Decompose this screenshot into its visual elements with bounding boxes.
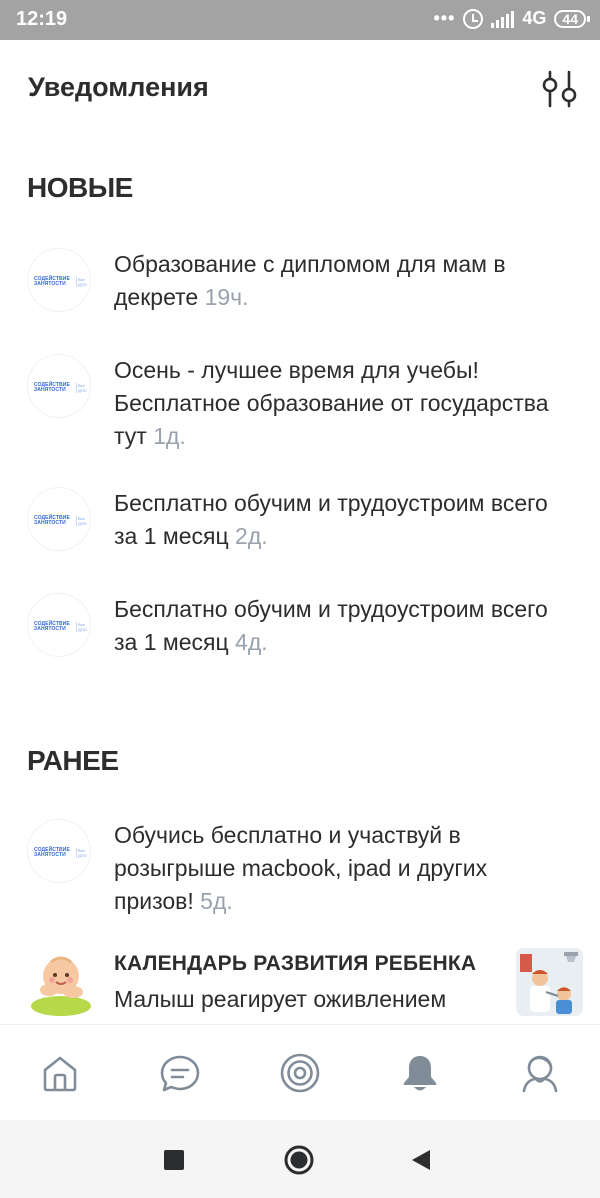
calendar-heading: КАЛЕНДАРЬ РАЗВИТИЯ РЕБЕНКА xyxy=(114,952,477,975)
status-time: 12:19 xyxy=(16,8,68,30)
filter-settings-button[interactable] xyxy=(536,68,582,112)
bottom-tab-bar xyxy=(0,1024,600,1120)
notification-time: 5д. xyxy=(200,888,233,914)
notification-text: Осень - лучшее время для учебы! Бесплатн… xyxy=(114,354,554,453)
discover-icon xyxy=(280,1053,320,1093)
header: Уведомления xyxy=(0,40,600,136)
notification-message: Образование с дипломом для мам в декрете xyxy=(114,251,506,310)
notification-message: Обучись бесплатно и участвуй в розыгрыше… xyxy=(114,822,488,914)
notification-time: 19ч. xyxy=(204,284,249,310)
calendar-notification-item[interactable]: КАЛЕНДАРЬ РАЗВИТИЯ РЕБЕНКА Малыш реагиру… xyxy=(27,946,587,1026)
notification-message: Бесплатно обучим и трудоустроим всего за… xyxy=(114,596,548,655)
tab-messages[interactable] xyxy=(156,1049,204,1097)
avatar: СОДЕЙСТВИЕ ЗАНЯТОСТИ Все ДПО xyxy=(27,487,91,551)
status-bar: 12:19 ••• 4G 44 xyxy=(0,0,600,40)
baby-avatar-icon xyxy=(31,956,91,1016)
tab-profile[interactable] xyxy=(516,1049,564,1097)
calendar-thumbnail-image xyxy=(516,948,583,1016)
notification-item[interactable]: СОДЕЙСТВИЕ ЗАНЯТОСТИ Все ДПО Обучись беспл… xyxy=(27,819,587,919)
back-triangle-icon xyxy=(412,1150,430,1170)
notification-message: Бесплатно обучим и трудоустроим всего за… xyxy=(114,490,548,549)
section-title-earlier: РАНЕЕ xyxy=(27,745,119,776)
messages-icon xyxy=(160,1055,200,1092)
battery-indicator: 44 xyxy=(554,9,590,28)
tab-home[interactable] xyxy=(36,1049,84,1097)
status-icons: ••• 4G 44 xyxy=(433,8,590,29)
notification-text: Образование с дипломом для мам в декрете… xyxy=(114,248,554,314)
system-navigation-bar xyxy=(0,1120,600,1198)
section-title-new: НОВЫЕ xyxy=(27,172,133,203)
notification-text: Обучись бесплатно и участвуй в розыгрыше… xyxy=(114,819,554,918)
notification-text: Бесплатно обучим и трудоустроим всего за… xyxy=(114,593,554,659)
avatar: СОДЕЙСТВИЕ ЗАНЯТОСТИ Все ДПО xyxy=(27,248,91,312)
notification-item[interactable]: СОДЕЙСТВИЕ ЗАНЯТОСТИ Все ДПО Бесплатно обу… xyxy=(27,593,587,663)
calendar-text: Малыш реагирует оживлением xyxy=(114,986,447,1012)
avatar: СОДЕЙСТВИЕ ЗАНЯТОСТИ Все ДПО xyxy=(27,593,91,657)
notification-time: 1д. xyxy=(153,423,186,449)
page-title: Уведомления xyxy=(28,72,209,102)
notification-item[interactable]: СОДЕЙСТВИЕ ЗАНЯТОСТИ Все ДПО Осень - лучше… xyxy=(27,354,587,454)
circle-home-icon xyxy=(284,1145,314,1175)
tab-notifications[interactable] xyxy=(396,1049,444,1097)
notifications-bell-icon xyxy=(403,1056,437,1091)
notification-text: Бесплатно обучим и трудоустроим всего за… xyxy=(114,487,554,553)
square-icon xyxy=(164,1150,184,1170)
avatar: СОДЕЙСТВИЕ ЗАНЯТОСТИ Все ДПО xyxy=(27,819,91,883)
network-type: 4G xyxy=(522,8,547,28)
back-button[interactable] xyxy=(404,1144,436,1176)
notification-time: 2д. xyxy=(235,523,268,549)
profile-icon xyxy=(522,1055,558,1093)
filter-sliders-icon xyxy=(542,70,577,108)
notification-time: 4д. xyxy=(235,629,268,655)
alarm-icon xyxy=(463,8,484,29)
notification-item[interactable]: СОДЕЙСТВИЕ ЗАНЯТОСТИ Все ДПО Бесплатно обу… xyxy=(27,487,587,557)
more-dots-icon: ••• xyxy=(433,8,456,28)
tab-discover[interactable] xyxy=(276,1049,324,1097)
signal-icon xyxy=(491,10,515,28)
notification-item[interactable]: СОДЕЙСТВИЕ ЗАНЯТОСТИ Все ДПО Образование с… xyxy=(27,248,587,318)
recent-apps-button[interactable] xyxy=(158,1144,190,1176)
home-system-button[interactable] xyxy=(283,1144,315,1176)
avatar: СОДЕЙСТВИЕ ЗАНЯТОСТИ Все ДПО xyxy=(27,354,91,418)
home-icon xyxy=(43,1056,77,1092)
